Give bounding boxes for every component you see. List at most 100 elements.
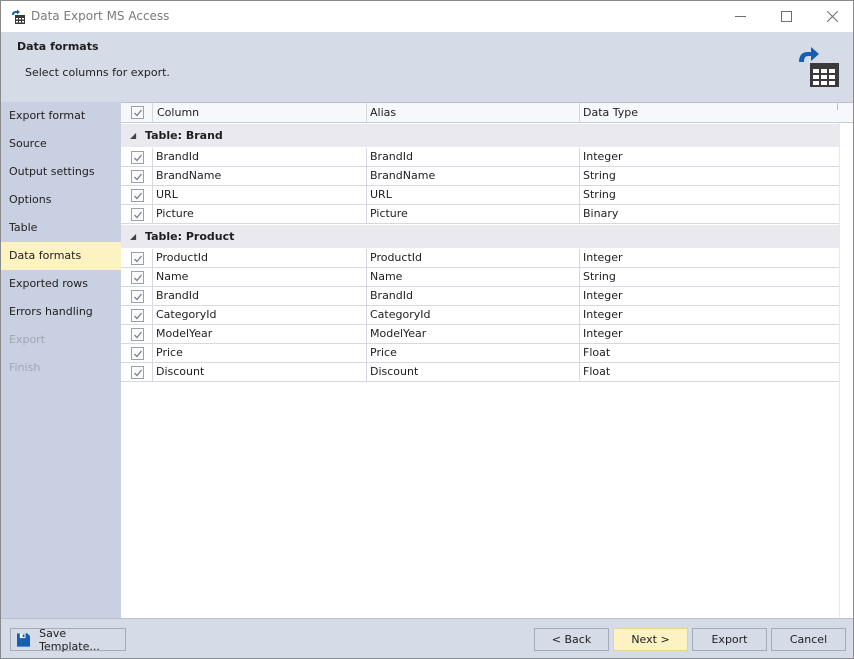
checkmark-icon: [133, 312, 142, 319]
row-checkbox[interactable]: [131, 189, 144, 202]
window-title: Data Export MS Access: [31, 9, 170, 23]
cell-separator: [366, 325, 367, 344]
column-resize-handle[interactable]: [837, 103, 838, 110]
cell-separator: [152, 306, 153, 325]
row-checkbox[interactable]: [131, 151, 144, 164]
table-row[interactable]: Name Name String: [121, 268, 839, 287]
sidebar-item-table[interactable]: Table: [1, 214, 121, 242]
data-type-cell[interactable]: Integer: [583, 287, 623, 305]
sidebar-item-export: Export: [9, 333, 46, 346]
checkmark-icon: [133, 109, 142, 116]
wizard-footer: Save Template... < Back Next > Export Ca…: [1, 618, 853, 658]
table-row[interactable]: Discount Discount Float: [121, 363, 839, 382]
alias-cell[interactable]: Name: [370, 268, 402, 286]
column-name-cell[interactable]: Picture: [156, 205, 194, 223]
checkmark-icon: [133, 293, 142, 300]
data-type-cell[interactable]: Integer: [583, 249, 623, 267]
table-row[interactable]: BrandId BrandId Integer: [121, 148, 839, 167]
column-name-cell[interactable]: CategoryId: [156, 306, 216, 324]
column-name-cell[interactable]: URL: [156, 186, 178, 204]
column-header-data-type[interactable]: Data Type: [583, 103, 638, 123]
column-name-cell[interactable]: BrandId: [156, 287, 199, 305]
export-button[interactable]: Export: [692, 628, 767, 651]
table-row[interactable]: BrandId BrandId Integer: [121, 287, 839, 306]
grid-right-edge: [839, 123, 840, 619]
row-checkbox[interactable]: [131, 366, 144, 379]
cell-separator: [152, 287, 153, 306]
column-header-column[interactable]: Column: [157, 103, 199, 123]
row-checkbox[interactable]: [131, 328, 144, 341]
alias-cell[interactable]: BrandName: [370, 167, 435, 185]
data-type-cell[interactable]: Integer: [583, 325, 623, 343]
sidebar-item-export-format[interactable]: Export format: [1, 102, 121, 130]
next-button[interactable]: Next >: [613, 628, 688, 651]
cell-separator: [152, 205, 153, 224]
group-row[interactable]: ◢ Table: Product: [121, 225, 839, 248]
collapse-triangle-icon[interactable]: ◢: [130, 225, 136, 248]
alias-cell[interactable]: ProductId: [370, 249, 422, 267]
column-name-cell[interactable]: Price: [156, 344, 183, 362]
row-checkbox[interactable]: [131, 347, 144, 360]
column-name-cell[interactable]: Name: [156, 268, 188, 286]
cell-separator: [579, 287, 580, 306]
column-header-alias[interactable]: Alias: [370, 103, 396, 123]
alias-cell[interactable]: ModelYear: [370, 325, 426, 343]
cell-separator: [579, 186, 580, 205]
table-row[interactable]: ProductId ProductId Integer: [121, 249, 839, 268]
data-type-cell[interactable]: Integer: [583, 306, 623, 324]
cell-separator: [152, 186, 153, 205]
alias-cell[interactable]: URL: [370, 186, 392, 204]
table-row[interactable]: BrandName BrandName String: [121, 167, 839, 186]
sidebar-item-output-settings[interactable]: Output settings: [1, 158, 121, 186]
data-type-cell[interactable]: Float: [583, 344, 610, 362]
checkmark-icon: [133, 192, 142, 199]
column-name-cell[interactable]: BrandId: [156, 148, 199, 166]
sidebar-item-exported-rows[interactable]: Exported rows: [1, 270, 121, 298]
sidebar-item-data-formats[interactable]: Data formats: [1, 242, 121, 270]
alias-cell[interactable]: BrandId: [370, 287, 413, 305]
row-checkbox[interactable]: [131, 290, 144, 303]
alias-cell[interactable]: Discount: [370, 363, 418, 381]
data-type-cell[interactable]: Integer: [583, 148, 623, 166]
alias-cell[interactable]: Picture: [370, 205, 408, 223]
checkmark-icon: [133, 274, 142, 281]
data-type-cell[interactable]: String: [583, 167, 616, 185]
table-row[interactable]: Price Price Float: [121, 344, 839, 363]
row-checkbox[interactable]: [131, 309, 144, 322]
column-name-cell[interactable]: ModelYear: [156, 325, 212, 343]
data-type-cell[interactable]: String: [583, 186, 616, 204]
cancel-button[interactable]: Cancel: [771, 628, 846, 651]
close-button[interactable]: [809, 1, 854, 32]
row-checkbox[interactable]: [131, 271, 144, 284]
column-name-cell[interactable]: Discount: [156, 363, 204, 381]
group-row[interactable]: ◢ Table: Brand: [121, 124, 839, 147]
alias-cell[interactable]: CategoryId: [370, 306, 430, 324]
back-button[interactable]: < Back: [534, 628, 609, 651]
sidebar-item-source[interactable]: Source: [1, 130, 121, 158]
save-template-button[interactable]: Save Template...: [10, 627, 126, 653]
data-type-cell[interactable]: Float: [583, 363, 610, 381]
table-row[interactable]: Picture Picture Binary: [121, 205, 839, 224]
group-label: Table: Product: [145, 230, 235, 243]
table-row[interactable]: CategoryId CategoryId Integer: [121, 306, 839, 325]
alias-cell[interactable]: BrandId: [370, 148, 413, 166]
table-row[interactable]: URL URL String: [121, 186, 839, 205]
minimize-button[interactable]: [717, 1, 763, 32]
select-all-checkbox[interactable]: [131, 106, 144, 119]
table-row[interactable]: ModelYear ModelYear Integer: [121, 325, 839, 344]
column-name-cell[interactable]: BrandName: [156, 167, 221, 185]
row-checkbox[interactable]: [131, 208, 144, 221]
data-type-cell[interactable]: String: [583, 268, 616, 286]
column-name-cell[interactable]: ProductId: [156, 249, 208, 267]
columns-grid: Column Alias Data Type ◢ Table: Brand Bran…: [121, 102, 853, 619]
row-checkbox[interactable]: [131, 252, 144, 265]
checkmark-icon: [133, 255, 142, 262]
collapse-triangle-icon[interactable]: ◢: [130, 124, 136, 147]
sidebar-item-options[interactable]: Options: [1, 186, 121, 214]
data-type-cell[interactable]: Binary: [583, 205, 618, 223]
maximize-button[interactable]: [763, 1, 809, 32]
row-checkbox[interactable]: [131, 170, 144, 183]
export-table-icon: [799, 47, 839, 87]
alias-cell[interactable]: Price: [370, 344, 397, 362]
sidebar-item-errors-handling[interactable]: Errors handling: [1, 298, 121, 326]
